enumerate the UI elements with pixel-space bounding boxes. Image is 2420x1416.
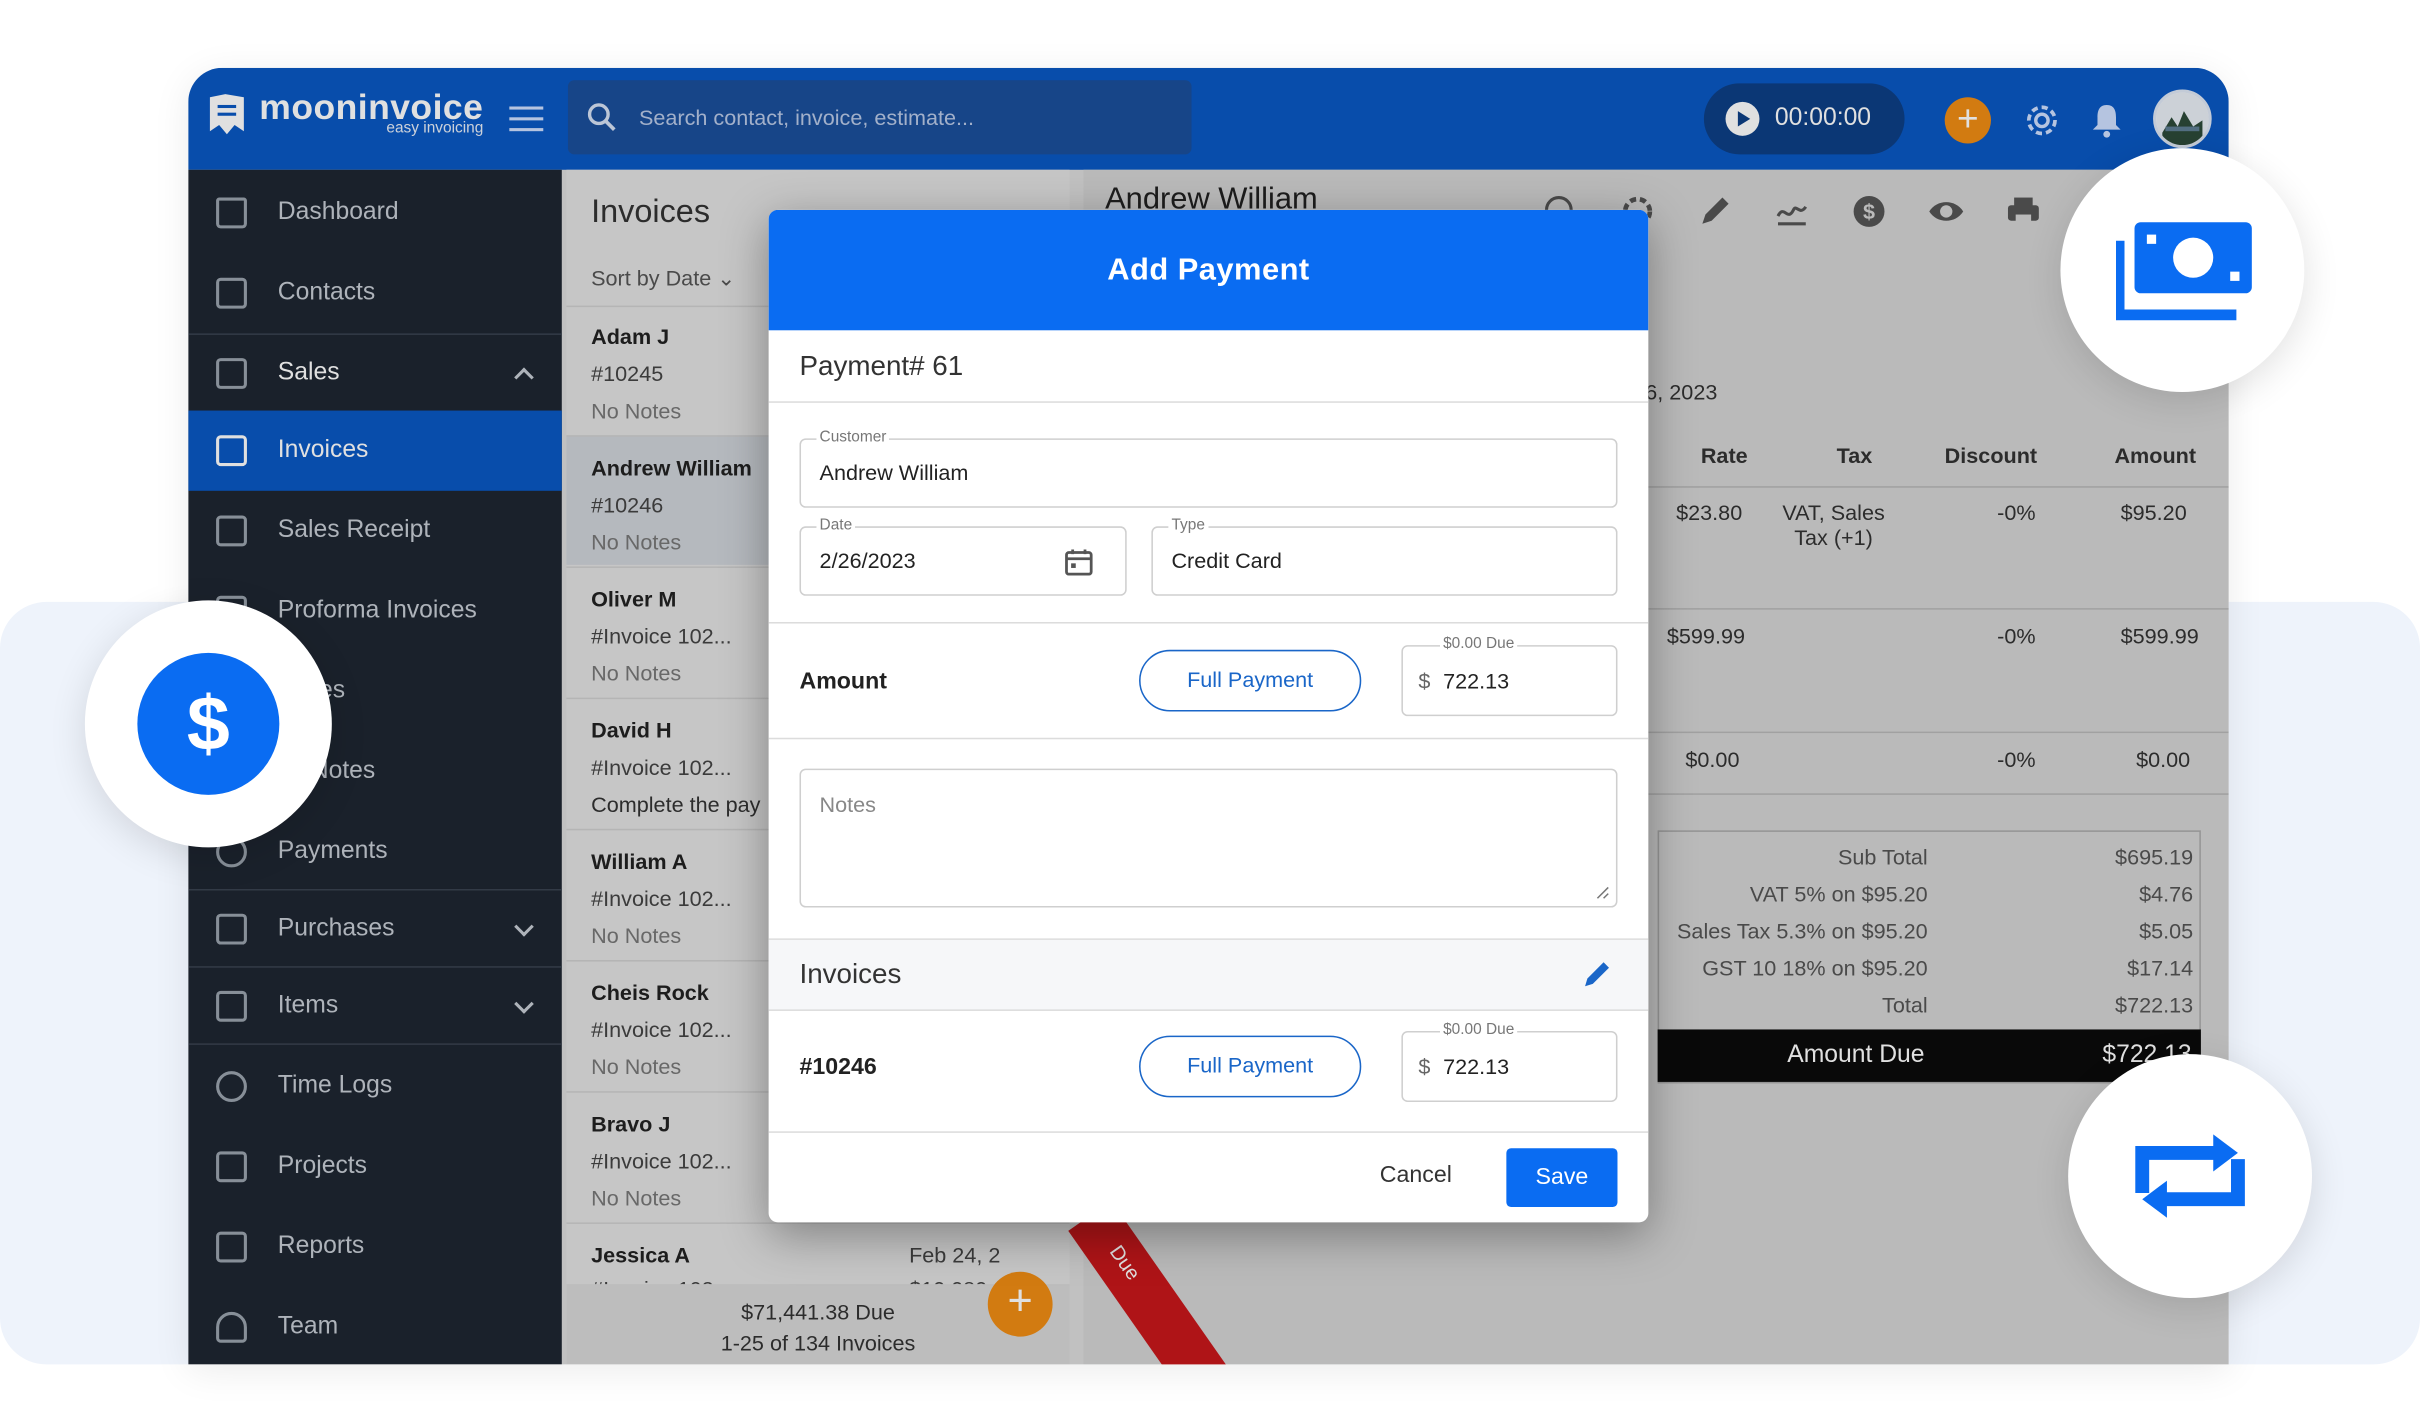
payment-number: Payment# 61 [799, 350, 964, 382]
resize-handle-icon[interactable] [1594, 884, 1609, 899]
amount-value: 722.13 [1443, 668, 1510, 693]
full-payment-button[interactable]: Full Payment [1139, 649, 1362, 712]
type-field[interactable]: Type Credit Card [1151, 517, 1618, 596]
type-label: Type [1168, 517, 1208, 535]
divider [768, 1131, 1649, 1133]
save-button[interactable]: Save [1506, 1148, 1618, 1207]
customer-field[interactable]: Customer Andrew William [799, 429, 1618, 508]
divider [768, 1009, 1649, 1011]
calendar-icon[interactable] [1063, 546, 1094, 577]
edit-icon[interactable] [1580, 957, 1614, 991]
cancel-button[interactable]: Cancel [1380, 1162, 1452, 1188]
invoice-amount-value: 722.13 [1443, 1054, 1510, 1079]
add-payment-modal: Add Payment Payment# 61 Customer Andrew … [768, 209, 1649, 1223]
due-label: $0.00 Due [1439, 1021, 1518, 1039]
customer-value: Andrew William [819, 459, 969, 485]
due-label: $0.00 Due [1439, 635, 1518, 653]
recurring-icon [2135, 1134, 2245, 1218]
date-label: Date [816, 517, 856, 535]
divider [768, 737, 1649, 740]
dollar-icon: $ [137, 652, 280, 795]
customer-label: Customer [816, 429, 890, 447]
type-value: Credit Card [1171, 547, 1282, 573]
currency-symbol: $ [1418, 1054, 1431, 1079]
money-badge [2060, 148, 2305, 393]
divider [768, 401, 1649, 403]
divider [768, 621, 1649, 624]
invoices-section-title: Invoices [799, 958, 902, 990]
svg-text:$: $ [187, 681, 230, 767]
notes-placeholder: Notes [819, 791, 877, 817]
date-value: 2/26/2023 [819, 547, 916, 573]
date-field[interactable]: Date 2/26/2023 [799, 517, 1127, 596]
notes-field[interactable]: Notes [799, 768, 1618, 908]
modal-title: Add Payment [768, 209, 1649, 331]
amount-field[interactable]: $0.00 Due $ 722.13 [1401, 635, 1618, 717]
invoice-amount-field[interactable]: $0.00 Due $ 722.13 [1401, 1021, 1618, 1102]
invoice-number: #10246 [799, 1054, 877, 1081]
cash-icon [2116, 222, 2252, 321]
amount-label: Amount [799, 668, 887, 695]
repeat-badge [2068, 1054, 2313, 1298]
invoice-full-payment-button[interactable]: Full Payment [1139, 1035, 1362, 1098]
currency-symbol: $ [1418, 668, 1431, 693]
dollar-badge: $ [84, 600, 332, 848]
